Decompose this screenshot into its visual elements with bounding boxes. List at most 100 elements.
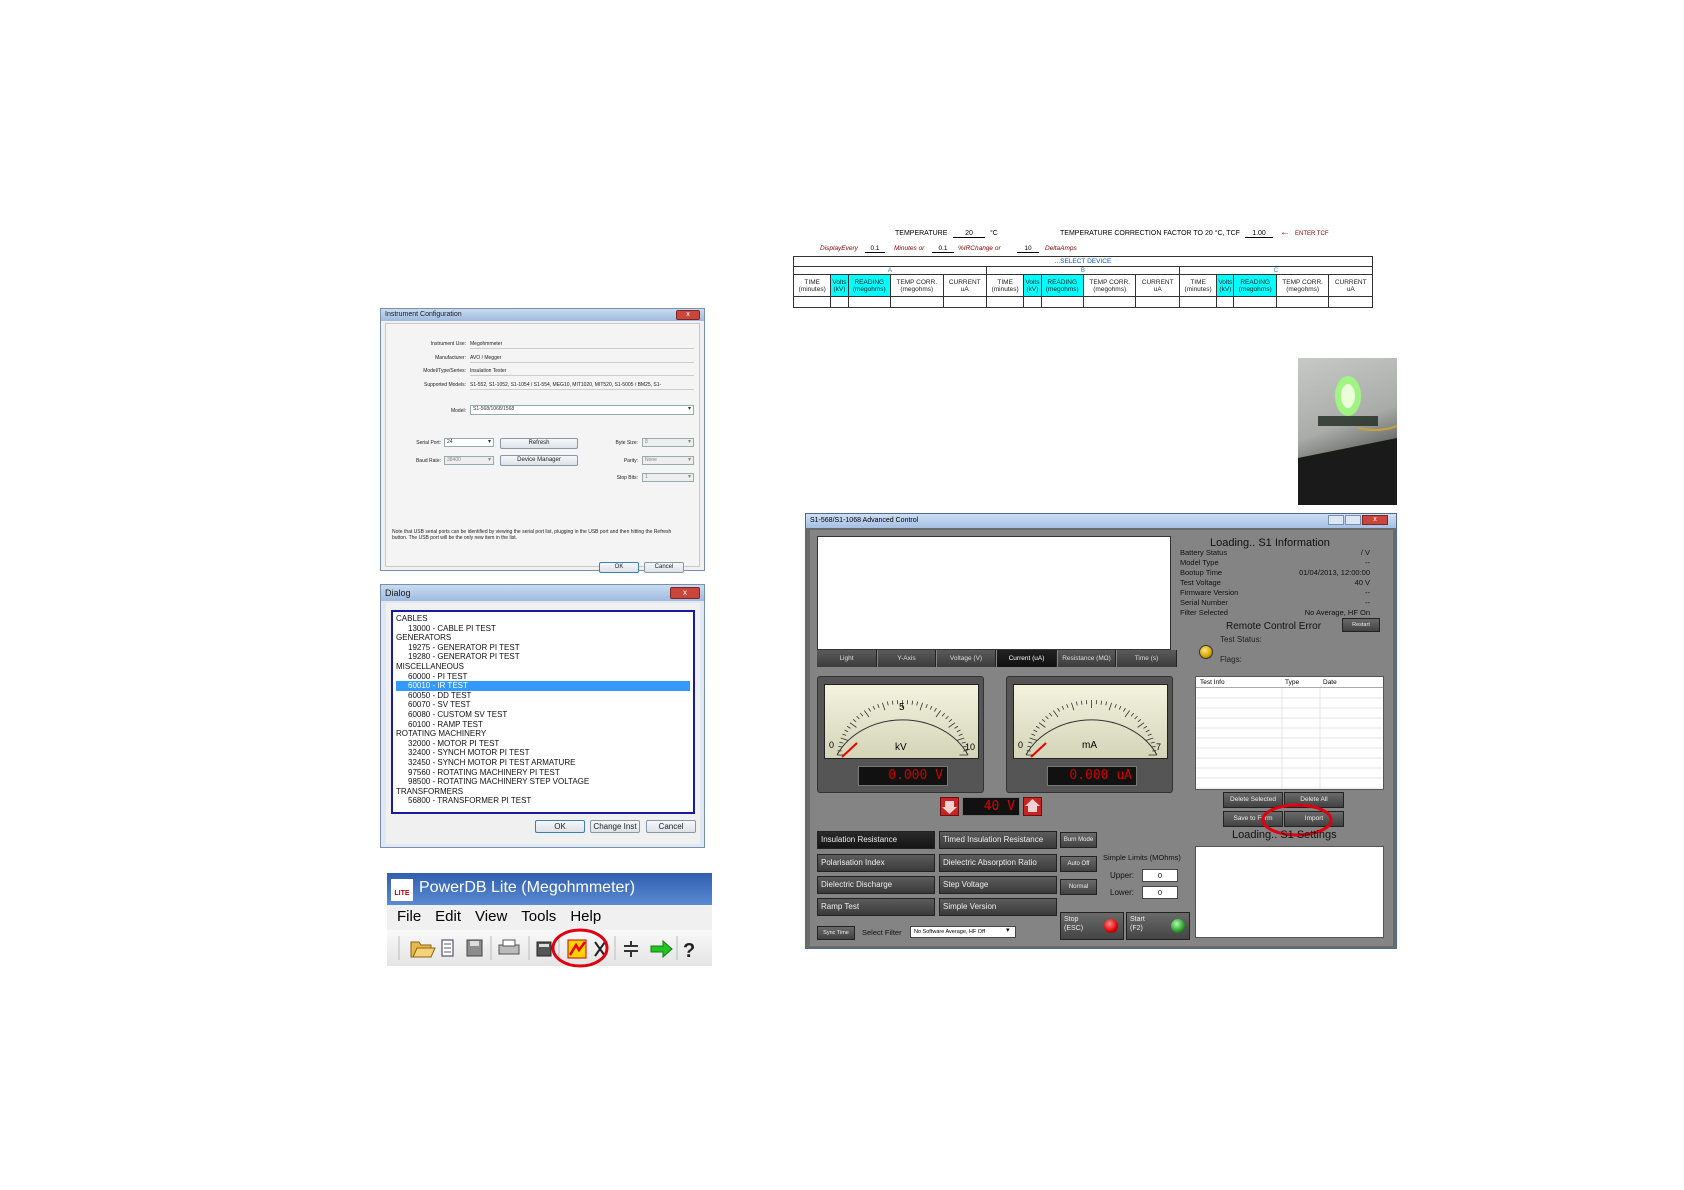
test-list-item[interactable]: 97560 - ROTATING MACHINERY PI TEST [396,768,690,778]
delta-amps-value[interactable]: 10 [1017,245,1039,253]
side-button[interactable]: Burn Mode [1060,832,1097,848]
menu-edit[interactable]: Edit [435,908,461,925]
ok-button[interactable]: OK [535,820,585,833]
tab-3[interactable]: Current (uA) [997,650,1057,667]
byte-size-select[interactable]: 8 [642,438,694,447]
mode-button-right[interactable]: Timed Insulation Resistance [939,831,1057,849]
start-button[interactable]: Start (F2) [1126,912,1190,940]
reading-cell[interactable] [792,296,832,308]
test-list-item[interactable]: 32450 - SYNCH MOTOR PI TEST ARMATURE [396,758,690,768]
mode-button-right[interactable]: Step Voltage [939,876,1057,894]
test-list-item[interactable]: 13000 - CABLE PI TEST [396,624,690,634]
stop-bits-select[interactable]: 1 [642,473,694,482]
model-select[interactable]: S1-568/1068/1568 [470,405,694,415]
stop-button[interactable]: Stop (ESC) [1060,912,1124,940]
cancel-button[interactable]: Cancel [644,562,684,573]
tcf-value[interactable]: 1.00 [1245,230,1273,238]
reading-cell[interactable] [1328,296,1373,308]
voltage-up-button[interactable] [1023,797,1042,816]
close-icon[interactable]: x [1362,515,1388,525]
test-list[interactable]: CABLES 13000 - CABLE PI TEST GENERATORS 192… [391,610,695,814]
reading-cell[interactable] [1275,296,1330,308]
test-list-item[interactable]: 98500 - ROTATING MACHINERY STEP VOLTAGE [396,777,690,787]
side-button[interactable]: Normal [1060,879,1097,895]
select-device-link[interactable]: ...SELECT DEVICE [793,256,1373,267]
test-list-item[interactable]: 19280 - GENERATOR PI TEST [396,652,690,662]
mode-button-right[interactable]: Simple Version [939,898,1057,916]
test-category-header[interactable]: MISCELLANEOUS [396,662,690,672]
test-list-item[interactable]: 32400 - SYNCH MOTOR PI TEST [396,748,690,758]
capacitor-icon[interactable] [624,941,638,957]
minimize-icon[interactable] [1328,515,1344,525]
calculator-icon[interactable] [536,941,552,957]
mode-button-left[interactable]: Insulation Resistance [817,831,935,849]
mode-button-left[interactable]: Dielectric Discharge [817,876,935,894]
menu-view[interactable]: View [475,908,507,925]
cancel-button[interactable]: Cancel [646,820,696,833]
test-list-item[interactable]: 60000 - PI TEST [396,672,690,682]
tab-0[interactable]: Light [817,650,877,667]
parity-select[interactable]: None [642,456,694,465]
test-list-item[interactable]: 32000 - MOTOR PI TEST [396,739,690,749]
tab-1[interactable]: Y-Axis [878,650,936,667]
test-list-item[interactable]: 60050 - DD TEST [396,691,690,701]
col-test-info[interactable]: Test Info [1200,679,1225,686]
test-category-header[interactable]: ROTATING MACHINERY [396,729,690,739]
test-category-header[interactable]: CABLES [396,614,690,624]
close-icon[interactable]: x [670,587,700,599]
sync-time-button[interactable]: Sync Time [817,926,855,940]
new-document-icon[interactable] [441,939,454,957]
test-list-item[interactable]: 19275 - GENERATOR PI TEST [396,643,690,653]
close-icon[interactable]: x [676,310,700,320]
menu-file[interactable]: File [397,908,421,925]
open-folder-icon[interactable] [410,941,436,958]
reading-cell[interactable] [1082,296,1137,308]
test-list-item[interactable]: 60010 - IR TEST [396,681,690,691]
serial-port-select[interactable]: 24 [444,438,494,447]
reading-cell[interactable] [1135,296,1180,308]
print-icon[interactable] [498,939,520,955]
tab-5[interactable]: Time (s) [1117,650,1177,667]
reading-cell[interactable] [830,296,849,308]
ok-button[interactable]: OK [599,562,639,573]
restart-button[interactable]: Restart [1342,618,1380,632]
change-inst-button[interactable]: Change Inst [590,820,640,833]
mode-button-left[interactable]: Polarisation Index [817,854,935,872]
test-category-header[interactable]: GENERATORS [396,633,690,643]
test-category-header[interactable]: TRANSFORMERS [396,787,690,797]
chevron-down-icon[interactable]: ▾ [1006,926,1010,934]
voltage-down-button[interactable] [940,797,959,816]
tab-4[interactable]: Resistance (MΩ) [1058,650,1116,667]
reading-cell[interactable] [889,296,944,308]
test-list-item[interactable]: 60070 - SV TEST [396,700,690,710]
upper-input[interactable]: 0 [1142,869,1178,882]
temperature-value[interactable]: 20 [953,230,985,238]
select-filter-dropdown[interactable]: No Software Average, HF Off [910,926,1016,938]
mode-button-right[interactable]: Dielectric Absorption Ratio [939,854,1057,872]
reading-cell[interactable] [942,296,987,308]
reading-cell[interactable] [1178,296,1218,308]
display-every-value[interactable]: 0.1 [865,245,885,253]
reading-cell[interactable] [1040,296,1084,308]
arrow-right-icon[interactable] [650,939,673,959]
tab-2[interactable]: Voltage (V) [937,650,996,667]
reading-cell[interactable] [985,296,1025,308]
maximize-icon[interactable] [1345,515,1361,525]
pct-change-value[interactable]: 0.1 [932,245,954,253]
save-disk-icon[interactable] [466,939,483,957]
side-button[interactable]: Auto Off [1060,856,1097,872]
mode-button-left[interactable]: Ramp Test [817,898,935,916]
help-icon[interactable]: ? [683,940,695,962]
col-type[interactable]: Type [1285,679,1299,686]
menu-tools[interactable]: Tools [521,908,556,925]
test-info-table[interactable]: Test Info Type Date [1195,676,1384,790]
test-list-item[interactable]: 56800 - TRANSFORMER PI TEST [396,796,690,806]
test-list-item[interactable]: 60080 - CUSTOM SV TEST [396,710,690,720]
reading-cell[interactable] [1233,296,1277,308]
baud-rate-select[interactable]: 38400 [444,456,494,465]
lower-input[interactable]: 0 [1142,886,1178,899]
menu-help[interactable]: Help [570,908,601,925]
reading-cell[interactable] [1216,296,1235,308]
reading-cell[interactable] [847,296,891,308]
reading-cell[interactable] [1023,296,1042,308]
